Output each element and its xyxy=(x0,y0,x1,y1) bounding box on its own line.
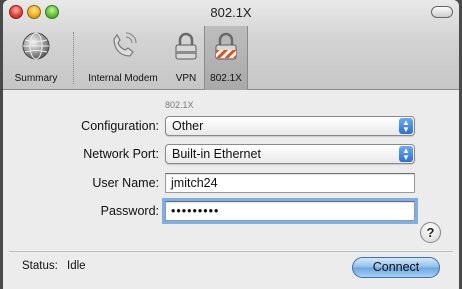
window-title: 802.1X xyxy=(210,5,252,20)
network-port-value: Built-in Ethernet xyxy=(172,147,261,161)
popup-arrows-icon: ▲ ▼ xyxy=(399,118,413,134)
globe-icon xyxy=(20,30,52,62)
divider xyxy=(9,251,453,252)
lock-icon xyxy=(170,30,202,62)
status-value: Idle xyxy=(67,260,86,272)
toolbar-item-802-1x[interactable]: 802.1X xyxy=(204,26,248,90)
network-port-popup[interactable]: Built-in Ethernet ▲ ▼ xyxy=(165,144,415,164)
window: 802.1X Summary Internal Modem VPN 802.1X… xyxy=(3,0,459,289)
configuration-label: Configuration: xyxy=(81,119,159,133)
connect-button[interactable]: Connect xyxy=(352,257,440,278)
toolbar: Summary Internal Modem VPN 802.1X xyxy=(3,26,459,90)
network-port-label: Network Port: xyxy=(83,147,159,161)
user-name-label: User Name: xyxy=(92,176,159,190)
status-label: Status: xyxy=(22,260,58,272)
toolbar-item-summary[interactable]: Summary xyxy=(5,26,67,90)
toolbar-item-label: 802.1X xyxy=(210,73,242,84)
configuration-value: Other xyxy=(172,119,204,133)
toolbar-item-internal-modem[interactable]: Internal Modem xyxy=(79,26,167,90)
settings-pane: 802.1X Configuration: Other ▲ ▼ Network P… xyxy=(3,91,459,289)
toolbar-item-vpn[interactable]: VPN xyxy=(169,26,203,90)
password-label: Password: xyxy=(100,204,159,218)
help-button[interactable]: ? xyxy=(420,222,441,243)
toolbar-item-label: Internal Modem xyxy=(88,73,158,84)
toolbar-item-label: VPN xyxy=(175,73,197,84)
popup-arrows-icon: ▲ ▼ xyxy=(399,146,413,162)
phone-icon xyxy=(107,30,139,62)
toolbar-item-label: Summary xyxy=(14,73,58,84)
titlebar-toolbar: 802.1X Summary Internal Modem VPN 802.1X xyxy=(3,0,459,90)
configuration-popup[interactable]: Other ▲ ▼ xyxy=(165,116,415,136)
lock-striped-icon xyxy=(210,30,242,62)
password-field[interactable]: ••••••••• xyxy=(162,198,418,224)
location-label: 802.1X xyxy=(165,100,194,110)
toolbar-toggle-button[interactable] xyxy=(431,6,453,18)
user-name-field[interactable]: jmitch24 xyxy=(165,173,415,193)
toolbar-separator xyxy=(73,32,74,84)
